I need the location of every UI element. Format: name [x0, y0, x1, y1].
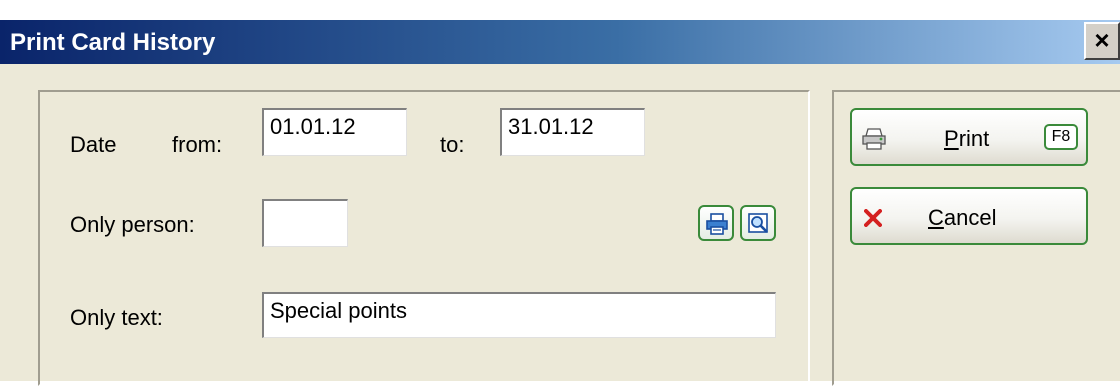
- printer-icon: [706, 213, 728, 235]
- printer-icon: [862, 128, 886, 150]
- preview-button[interactable]: [740, 205, 776, 241]
- close-button[interactable]: ×: [1084, 22, 1120, 60]
- title-bar[interactable]: Print Card History ×: [0, 20, 1120, 64]
- cancel-button[interactable]: Cancel: [850, 187, 1088, 245]
- dialog-title: Print Card History: [10, 29, 216, 56]
- print-button[interactable]: Print F8: [850, 108, 1088, 166]
- cancel-button-label: Cancel: [928, 205, 997, 230]
- person-field[interactable]: [262, 199, 348, 247]
- to-label: to:: [440, 132, 465, 157]
- person-label: Only person:: [70, 212, 195, 237]
- desktop-strip: [0, 0, 1120, 20]
- close-icon: ×: [1094, 25, 1110, 55]
- quick-print-button[interactable]: [698, 205, 734, 241]
- date-to-field[interactable]: 31.01.12: [500, 108, 645, 156]
- x-cross-icon: [864, 209, 882, 227]
- from-label: from:: [172, 132, 223, 157]
- date-label: Date: [70, 132, 117, 157]
- print-button-label: Print: [944, 126, 990, 151]
- date-from-field[interactable]: 01.01.12: [262, 108, 407, 156]
- magnifier-icon: [748, 213, 768, 233]
- text-label: Only text:: [70, 305, 163, 330]
- print-hotkey-badge: F8: [1044, 124, 1078, 150]
- filter-panel: [38, 90, 810, 386]
- text-filter-field[interactable]: Special points: [262, 292, 776, 338]
- print-card-history-dialog: Print Card History × Date from: 01.01.12…: [0, 0, 1120, 386]
